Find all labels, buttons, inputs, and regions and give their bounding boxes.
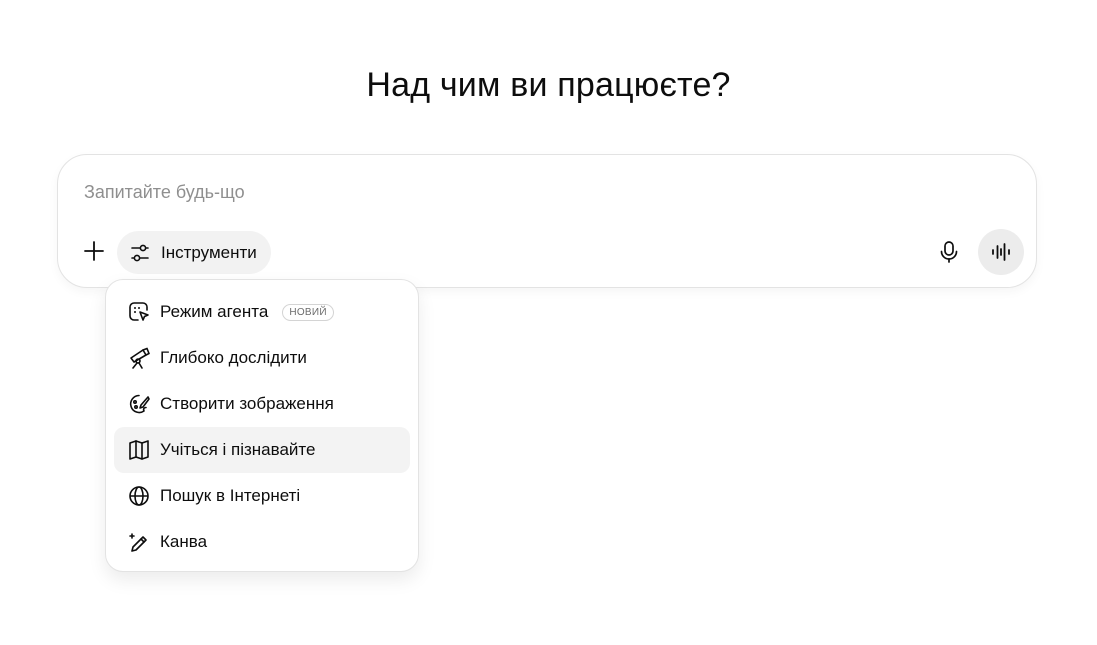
palette-icon (128, 393, 150, 415)
prompt-input[interactable] (84, 179, 884, 205)
voice-mode-icon (990, 241, 1012, 263)
book-open-icon (128, 439, 150, 461)
new-badge: НОВИЙ (282, 303, 334, 321)
menu-item-label: Створити зображення (160, 394, 334, 413)
menu-item-agent-mode[interactable]: Режим агента НОВИЙ (114, 289, 410, 335)
dictate-button[interactable] (931, 233, 967, 271)
agent-cursor-icon (128, 301, 150, 323)
menu-item-study-and-learn[interactable]: Учіться і пізнавайте (114, 427, 410, 473)
menu-item-label: Учіться і пізнавайте (160, 440, 316, 459)
globe-icon (128, 485, 150, 507)
menu-item-web-search[interactable]: Пошук в Інтернеті (114, 473, 410, 519)
voice-mode-button[interactable] (978, 229, 1024, 275)
menu-item-create-image[interactable]: Створити зображення (114, 381, 410, 427)
menu-item-label: Глибоко дослідити (160, 348, 307, 367)
menu-item-label: Канва (160, 532, 208, 551)
menu-item-canvas[interactable]: Канва (114, 519, 410, 565)
tools-menu: Режим агента НОВИЙ Глибоко дослідити Ств… (105, 279, 419, 572)
chat-home-page: Над чим ви працюєте? Інструменти (0, 0, 1097, 645)
menu-item-deep-research[interactable]: Глибоко дослідити (114, 335, 410, 381)
tools-button-label: Інструменти (161, 242, 257, 262)
menu-item-label: Пошук в Інтернеті (160, 486, 301, 505)
menu-item-label: Режим агента (160, 302, 269, 321)
microphone-icon (938, 240, 960, 264)
prompt-composer: Інструменти (57, 154, 1037, 288)
plus-icon (83, 240, 105, 262)
page-title: Над чим ви працюєте? (366, 66, 731, 104)
add-attachment-button[interactable] (78, 233, 110, 269)
sliders-icon (129, 242, 151, 264)
tools-button[interactable]: Інструменти (117, 231, 271, 274)
pen-sparkle-icon (128, 531, 150, 553)
telescope-icon (128, 347, 150, 369)
